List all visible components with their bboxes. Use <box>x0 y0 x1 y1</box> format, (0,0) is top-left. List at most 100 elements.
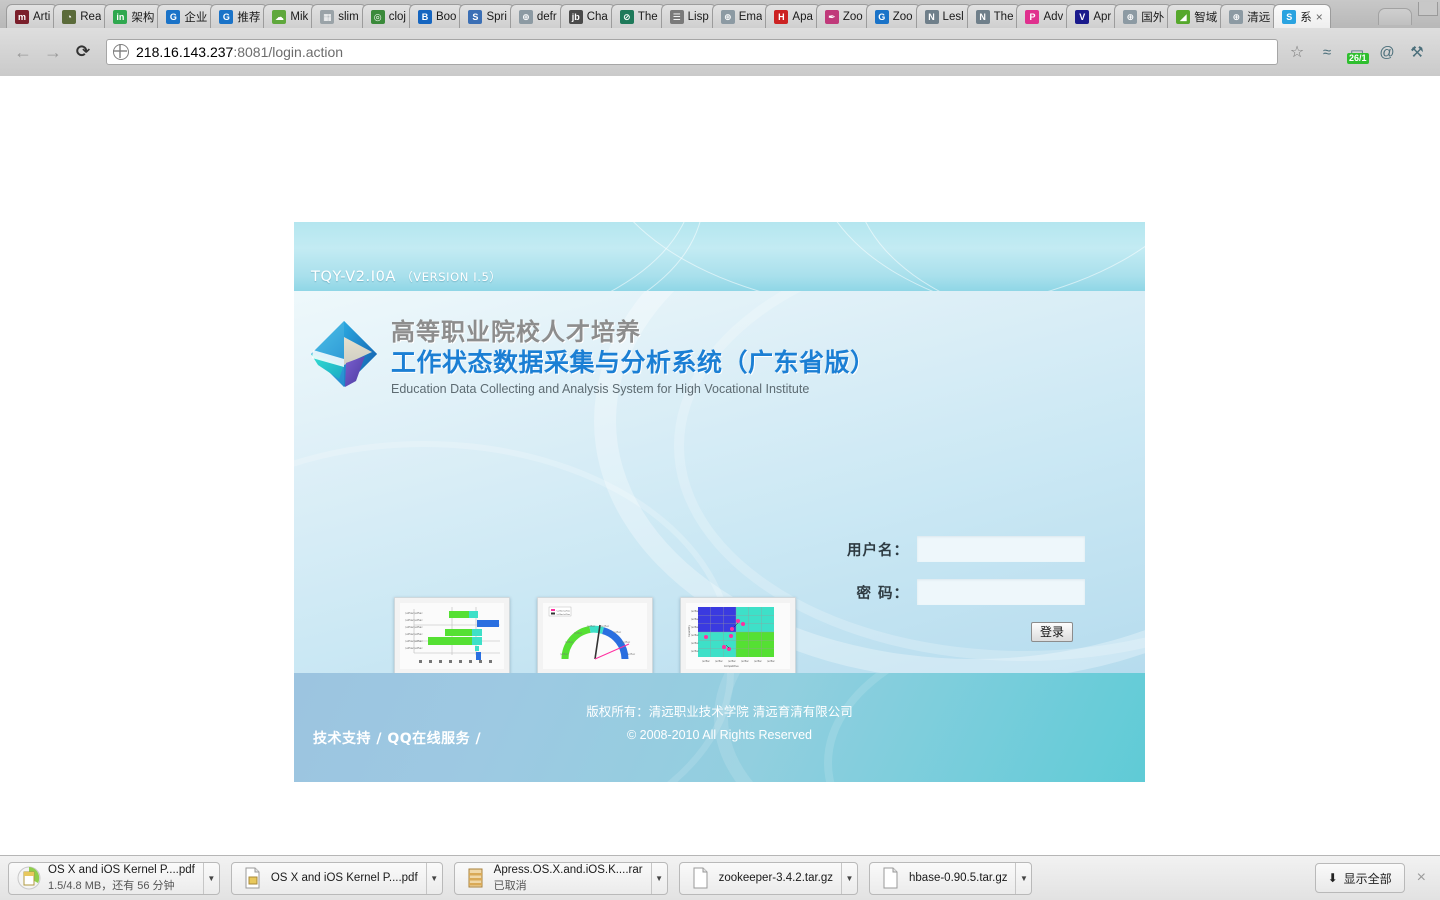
v-favicon: V <box>1075 9 1090 24</box>
download-item[interactable]: hbase-0.90.5.tar.gz ▼ <box>869 861 1033 895</box>
svg-text:\u25ac: \u25ac <box>741 660 750 663</box>
download-item[interactable]: zookeeper-3.4.2.tar.gz ▼ <box>678 861 859 895</box>
download-menu-caret[interactable]: ▼ <box>841 862 857 894</box>
svg-text:\u25ac\u25ac: \u25ac\u25ac <box>405 625 423 629</box>
download-menu-caret[interactable]: ▼ <box>202 862 219 894</box>
download-menu-caret[interactable]: ▼ <box>425 862 442 894</box>
download-arrow-icon: ⬇ <box>1327 871 1338 885</box>
tab-label: Zoo <box>892 10 913 23</box>
download-file-name: hbase-0.90.5.tar.gz <box>909 872 1008 884</box>
browser-tab[interactable]: ◎ cloj <box>361 4 414 28</box>
bookmark-star-icon[interactable]: ☆ <box>1284 39 1310 65</box>
back-button[interactable]: ← <box>10 39 36 65</box>
browser-tab[interactable]: S Spri <box>459 4 515 28</box>
browser-tab[interactable]: ⊘ The <box>610 4 666 28</box>
address-bar[interactable]: 218.16.143.237:8081/login.action <box>106 39 1278 65</box>
login-submit-button[interactable]: 登录 <box>1031 622 1073 642</box>
browser-tab[interactable]: H Apa <box>765 4 821 28</box>
download-file-name: OS X and iOS Kernel P....pdf <box>48 863 195 876</box>
svg-text:\u25ac\u25ac: \u25ac\u25ac <box>405 618 423 622</box>
new-tab-button[interactable] <box>1378 8 1412 25</box>
download-item-list: OS X and iOS Kernel P....pdf 1.5/4.8 MB，还… <box>8 861 1043 895</box>
page-title-cn-secondary: 工作状态数据采集与分析系统（广东省版） <box>391 347 876 377</box>
download-menu-caret[interactable]: ▼ <box>1015 862 1031 894</box>
svg-text:\u25ac: \u25ac <box>691 610 700 613</box>
download-item[interactable]: Apress.OS.X.and.iOS.K....rar 已取消 ▼ <box>453 861 668 895</box>
quadrant-heatmap-thumbnail[interactable]: \u25ac \u25ac \u25ac \u25ac \u25ac \u25ac \u… <box>680 597 796 673</box>
download-item[interactable]: OS X and iOS Kernel P....pdf ▼ <box>230 861 443 895</box>
globe-favicon: ⊕ <box>518 9 533 24</box>
browser-tab[interactable]: G 推荐 <box>210 4 269 28</box>
svg-text:\u25ac\u25ac: \u25ac\u25ac <box>405 646 423 650</box>
browser-tab[interactable]: P Adv <box>1016 4 1072 28</box>
download-menu-caret[interactable]: ▼ <box>650 862 667 894</box>
browser-tab[interactable]: m Arti <box>6 4 59 28</box>
browser-tab[interactable]: ⊕ defr <box>509 4 565 28</box>
show-all-downloads-button[interactable]: ⬇ 显示全部 <box>1314 863 1405 893</box>
tab-label: Spri <box>486 10 507 23</box>
browser-tab[interactable]: N Lesl <box>915 4 972 28</box>
username-input[interactable] <box>917 536 1085 562</box>
browser-tab[interactable]: ☁ Mik <box>263 4 317 28</box>
download-status: 已取消 <box>493 879 527 892</box>
browser-tab[interactable]: ⊕ Ema <box>711 4 771 28</box>
tab-label: 清远 <box>1247 11 1271 24</box>
tab-label: Arti <box>33 10 51 23</box>
wifi-extension-icon[interactable]: ≈ <box>1314 39 1340 65</box>
brand-block: 高等职业院校人才培养 工作状态数据采集与分析系统（广东省版） Education… <box>309 309 876 396</box>
tab-label: defr <box>536 10 557 23</box>
google-reader-favicon: G <box>166 9 181 24</box>
browser-tab[interactable]: G Zoo <box>865 4 921 28</box>
browser-tab[interactable]: ⊕ 国外 <box>1114 4 1173 28</box>
browser-tab[interactable]: in 架构 <box>104 4 163 28</box>
jboss-favicon: jb <box>568 9 583 24</box>
browser-tab[interactable]: ▦ slim <box>311 4 367 28</box>
download-monitor-icon[interactable]: ▭26/1 <box>1344 39 1370 65</box>
password-input[interactable] <box>917 579 1085 605</box>
browser-tab[interactable]: S 系 × <box>1273 4 1331 28</box>
browser-tab[interactable]: ⊕ 清远 <box>1220 4 1279 28</box>
svg-text:\u25ac: \u25ac <box>691 634 700 637</box>
browser-tab[interactable]: ✒ Zoo <box>815 4 871 28</box>
oval-favicon: ⊘ <box>619 9 634 24</box>
tab-close-icon[interactable]: × <box>1316 11 1323 23</box>
browser-tab[interactable]: V Apr <box>1066 4 1120 28</box>
reload-button[interactable]: ⟳ <box>70 39 96 65</box>
snail-extension-icon[interactable]: @ <box>1374 39 1400 65</box>
wave-decoration <box>594 222 1145 291</box>
page-viewport: TQY-V2.I0A （VERSION I.5） 高等职业院校人才培养 工作状态… <box>0 76 1440 855</box>
browser-tab[interactable]: ◔ Rea <box>53 4 110 28</box>
globe-favicon: ⊕ <box>1123 9 1138 24</box>
password-label: 密 码： <box>856 585 909 602</box>
chart-thumbnail-row: \u25ac\u25ac \u25ac\u25ac \u25ac\u25ac \u2… <box>394 597 796 673</box>
mikrotik-favicon: ☁ <box>272 9 287 24</box>
download-shelf: OS X and iOS Kernel P....pdf 1.5/4.8 MB，还… <box>0 855 1440 900</box>
gauge-chart-svg: \u25ac\u25ac \u25ac\u25ac \u25ac\u25ac \… <box>548 606 636 660</box>
browser-tab[interactable]: N The <box>966 4 1022 28</box>
gauge-chart-thumbnail[interactable]: \u25ac \u25ac \u25ac \u25ac \u25ac \u25ac \… <box>537 597 653 673</box>
svg-text:\u25ac: \u25ac <box>702 660 711 663</box>
wrench-menu-icon[interactable]: ⚒ <box>1404 39 1430 65</box>
browser-tab[interactable]: ☰ Lisp <box>660 4 717 28</box>
browser-tab[interactable]: B Boo <box>408 4 465 28</box>
icon-glyph: ⚒ <box>1410 44 1424 61</box>
svg-text:\u25ac: \u25ac <box>728 660 737 663</box>
svg-text:\u25ac\u25ac: \u25ac\u25ac <box>405 611 423 615</box>
bootstrap-favicon: B <box>417 9 432 24</box>
window-restore-button[interactable] <box>1418 2 1438 16</box>
browser-tab[interactable]: G 企业 <box>157 4 216 28</box>
forward-button[interactable]: → <box>40 39 66 65</box>
globe-favicon: ⊕ <box>1229 9 1244 24</box>
pdf-progress-icon <box>17 866 41 890</box>
browser-chrome: m Arti ◔ Rea in 架构 G 企业 G 推荐 ☁ Mik ▦ slim ◎ cloj B Boo S Sp… <box>0 0 1440 76</box>
diamond-logo <box>309 319 379 389</box>
bar-chart-thumbnail[interactable]: \u25ac\u25ac \u25ac\u25ac \u25ac\u25ac \u2… <box>394 597 510 673</box>
pdf-file-icon <box>240 866 264 890</box>
download-item[interactable]: OS X and iOS Kernel P....pdf 1.5/4.8 MB，还… <box>8 861 220 895</box>
bar-chart-svg: \u25ac\u25ac \u25ac\u25ac \u25ac\u25ac \u2… <box>405 607 500 663</box>
globe-favicon: ⊕ <box>720 9 735 24</box>
page-title-en: Education Data Collecting and Analysis S… <box>391 382 810 397</box>
browser-tab[interactable]: jb Cha <box>559 4 616 28</box>
close-download-shelf-icon[interactable]: × <box>1417 869 1426 887</box>
browser-tab[interactable]: ◢ 智域 <box>1167 4 1226 28</box>
